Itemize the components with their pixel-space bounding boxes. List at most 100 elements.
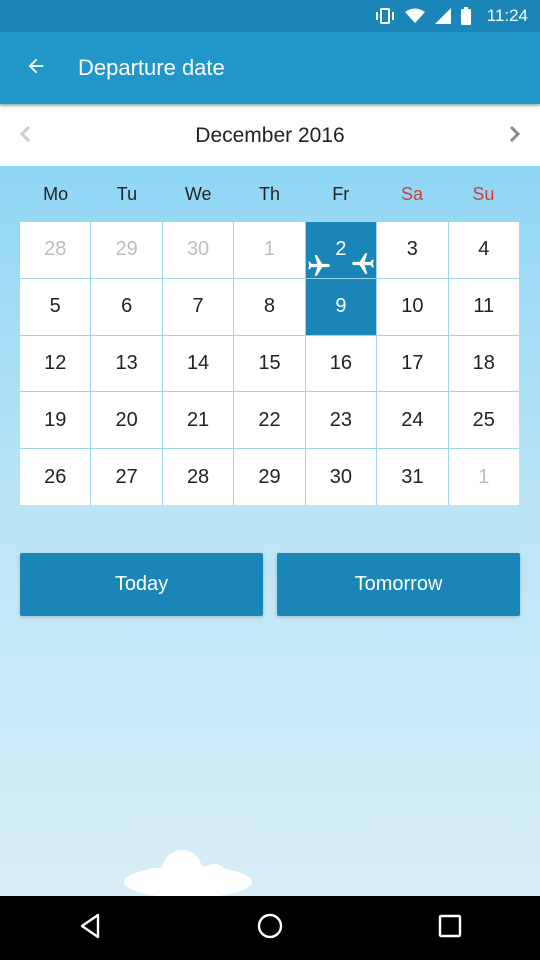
chevron-right-icon — [508, 125, 522, 148]
day-number: 30 — [186, 238, 210, 261]
day-cell[interactable]: 29 — [91, 222, 162, 278]
day-number: 13 — [115, 351, 138, 374]
prev-month-button[interactable] — [0, 106, 50, 166]
nav-home-button[interactable] — [240, 898, 300, 958]
day-number: 29 — [258, 465, 281, 488]
nav-back-icon — [78, 913, 102, 944]
weekday-label: Th — [258, 184, 280, 204]
day-cell[interactable]: 15 — [234, 335, 305, 392]
plane-departure-icon — [307, 255, 330, 276]
nav-recents-icon — [438, 914, 462, 943]
weekday-label: Su — [472, 184, 495, 204]
day-cell[interactable]: 26 — [20, 449, 91, 505]
system-nav-bar — [0, 896, 540, 960]
day-number: 1 — [478, 465, 490, 488]
day-cell[interactable]: 14 — [162, 335, 234, 392]
day-cell[interactable]: 29 — [234, 449, 305, 505]
day-number: 18 — [472, 351, 495, 374]
day-number: 30 — [329, 465, 353, 488]
calendar-area: Mo Tu We Th Fr Sa Su 28 29 30 1 2 3 4 5 6 7 8 9 10 11 12 13 14… — [0, 166, 540, 896]
arrow-back-icon — [25, 55, 47, 82]
nav-home-icon — [256, 912, 284, 945]
battery-icon — [460, 7, 471, 25]
day-cell[interactable]: 24 — [377, 392, 448, 449]
day-number: 14 — [186, 351, 210, 374]
day-number: 21 — [186, 408, 210, 431]
day-number: 6 — [121, 295, 133, 318]
day-number: 8 — [263, 295, 276, 318]
day-cell[interactable]: 30 — [162, 222, 234, 278]
day-number: 7 — [192, 295, 204, 318]
today-button[interactable]: Today — [20, 553, 263, 616]
day-cell[interactable]: 22 — [234, 392, 305, 449]
day-number: 1 — [263, 238, 276, 261]
day-cell[interactable]: 28 — [20, 222, 91, 278]
day-number: 25 — [472, 408, 495, 431]
day-cell[interactable]: 9 — [305, 253, 377, 335]
day-cell[interactable]: 12 — [20, 335, 91, 392]
day-cell[interactable]: 23 — [305, 392, 377, 449]
day-cell[interactable]: 30 — [305, 449, 377, 505]
day-number: 3 — [406, 238, 418, 261]
day-cell[interactable]: 6 — [91, 278, 162, 335]
day-cell[interactable]: 20 — [91, 392, 162, 449]
weekday-label: Sa — [401, 184, 424, 204]
next-month-button[interactable] — [490, 106, 540, 166]
day-cell[interactable]: 19 — [20, 392, 91, 449]
status-time: 11:24 — [486, 6, 528, 25]
day-cell[interactable]: 17 — [377, 335, 448, 392]
day-number: 16 — [329, 351, 353, 374]
app-bar: Departure date — [0, 32, 540, 104]
tomorrow-button[interactable]: Tomorrow — [277, 553, 520, 616]
status-bar: 11:24 — [0, 0, 540, 32]
day-number: 31 — [401, 465, 424, 488]
day-cell[interactable]: 27 — [91, 449, 162, 505]
day-number: 11 — [473, 295, 495, 318]
nav-back-button[interactable] — [60, 898, 120, 958]
day-cell[interactable]: 11 — [448, 278, 519, 335]
day-number: 20 — [115, 408, 138, 431]
day-number: 29 — [115, 238, 138, 261]
plane-arrival-icon — [351, 253, 374, 274]
month-label: December 2016 — [195, 124, 345, 147]
day-number: 2 — [335, 238, 347, 261]
month-selector: December 2016 — [0, 106, 540, 166]
day-number: 22 — [258, 408, 281, 431]
signal-icon — [434, 8, 451, 24]
day-number: 4 — [478, 238, 490, 261]
day-cell[interactable]: 3 — [377, 222, 448, 278]
day-number: 28 — [186, 465, 210, 488]
day-cell[interactable]: 4 — [448, 222, 519, 278]
day-cell[interactable]: 28 — [162, 449, 234, 505]
day-cell[interactable]: 1 — [448, 449, 519, 505]
day-cell[interactable]: 21 — [162, 392, 234, 449]
vibrate-icon — [375, 7, 395, 25]
day-cell[interactable]: 1 — [234, 222, 305, 278]
day-number: 5 — [49, 295, 61, 318]
day-cell[interactable]: 13 — [91, 335, 162, 392]
nav-recents-button[interactable] — [420, 898, 480, 958]
day-cell[interactable]: 7 — [162, 278, 234, 335]
day-cell[interactable]: 16 — [305, 335, 377, 392]
day-cell[interactable]: 25 — [448, 392, 519, 449]
status-icons: 11:24 — [375, 6, 528, 26]
day-cell[interactable]: 31 — [377, 449, 448, 505]
day-cell[interactable]: 10 — [377, 278, 448, 335]
day-cell[interactable]: 8 — [234, 278, 305, 335]
back-button[interactable] — [0, 32, 72, 104]
weekday-label: Fr — [332, 184, 350, 204]
day-number: 27 — [115, 465, 138, 488]
weekday-label: Mo — [43, 184, 69, 204]
day-cell[interactable]: 18 — [448, 335, 519, 392]
day-number: 12 — [44, 351, 67, 374]
day-number: 19 — [44, 408, 67, 431]
day-cell[interactable]: 5 — [20, 278, 91, 335]
wifi-icon — [404, 8, 425, 24]
cloud-decoration — [124, 850, 252, 896]
day-number: 23 — [329, 408, 353, 431]
day-number: 15 — [258, 351, 281, 374]
day-number: 17 — [401, 351, 424, 374]
day-number: 28 — [44, 238, 67, 261]
weekday-header: Mo Tu We Th Fr Sa Su — [20, 178, 519, 210]
day-grid: 28 29 30 1 2 3 4 5 6 7 8 9 10 11 12 13 14 15 16 17 18 19 20 21 2… — [20, 222, 519, 505]
